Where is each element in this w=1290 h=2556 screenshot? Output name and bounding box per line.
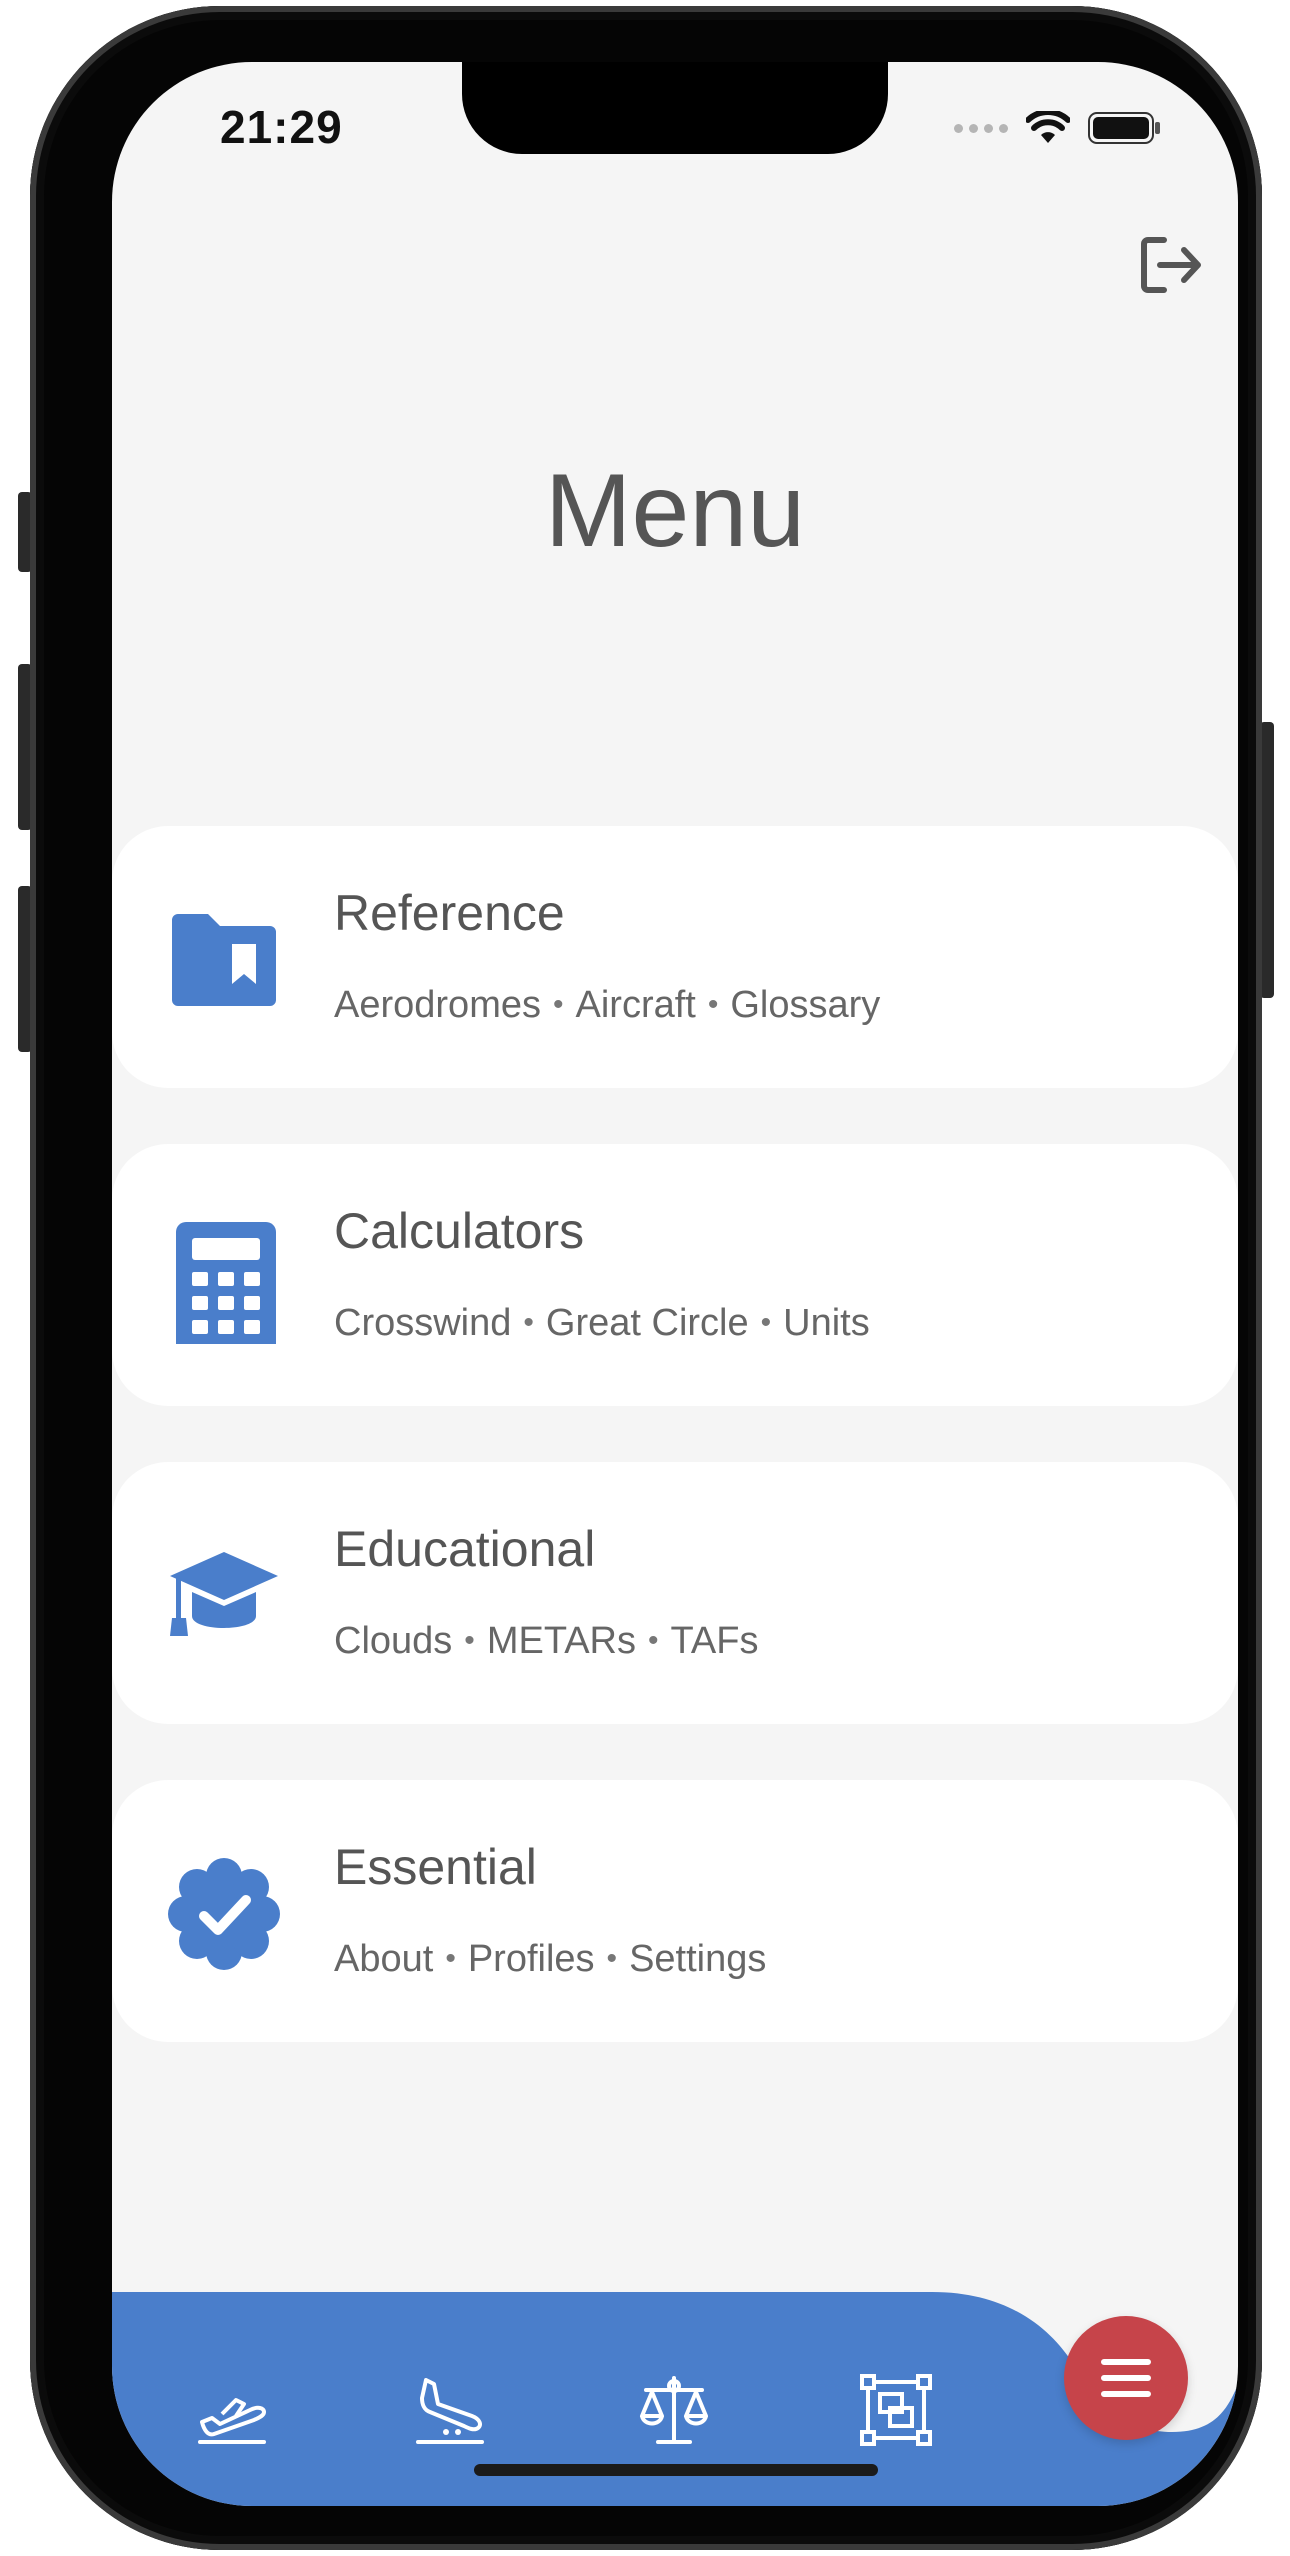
link-great-circle[interactable]: Great Circle (546, 1302, 749, 1344)
card-title: Reference (334, 885, 565, 941)
home-indicator (474, 2464, 878, 2476)
calculator-icon (176, 1222, 276, 1344)
nav-takeoff[interactable] (192, 2370, 272, 2450)
page-title: Menu (544, 453, 806, 569)
nav-weight-balance[interactable] (634, 2370, 714, 2450)
link-profiles[interactable]: Profiles (468, 1938, 595, 1980)
status-icons (954, 110, 1162, 146)
status-time: 21:29 (220, 101, 343, 153)
route-map-icon (860, 2374, 932, 2446)
menu-card-educational[interactable]: Educational Clouds • METARs • TAFs (112, 1462, 1238, 1724)
link-tafs[interactable]: TAFs (671, 1620, 759, 1662)
menu-card-reference[interactable]: Reference Aerodromes • Aircraft • Glossary (112, 826, 1238, 1088)
link-settings[interactable]: Settings (629, 1938, 766, 1980)
card-title: Essential (334, 1839, 537, 1895)
link-aerodromes[interactable]: Aerodromes (334, 984, 541, 1026)
card-title: Educational (334, 1521, 596, 1577)
link-aircraft[interactable]: Aircraft (576, 984, 696, 1026)
card-subtitle: Clouds • METARs • TAFs (334, 1620, 759, 1662)
link-clouds[interactable]: Clouds (334, 1620, 452, 1662)
graduation-cap-icon (170, 1552, 278, 1636)
phone-frame: 21:29 Menu Reference Aerodromes • Aircra… (30, 6, 1262, 2550)
menu-fab-button[interactable] (1064, 2316, 1188, 2440)
folder-bookmark-icon (172, 914, 276, 1006)
notch (462, 62, 888, 154)
logout-button[interactable] (1134, 228, 1208, 302)
link-units[interactable]: Units (783, 1302, 870, 1344)
link-crosswind[interactable]: Crosswind (334, 1302, 511, 1344)
verified-badge-icon (168, 1858, 280, 1970)
card-subtitle: Crosswind • Great Circle • Units (334, 1302, 870, 1344)
card-subtitle: About • Profiles • Settings (334, 1938, 767, 1980)
link-metars[interactable]: METARs (487, 1620, 636, 1662)
menu-card-calculators[interactable]: Calculators Crosswind • Great Circle • Units (112, 1144, 1238, 1406)
scale-icon (640, 2376, 708, 2444)
card-title: Calculators (334, 1203, 585, 1259)
card-subtitle: Aerodromes • Aircraft • Glossary (334, 984, 881, 1026)
power-button (1260, 722, 1274, 998)
landing-icon (416, 2378, 484, 2444)
wifi-icon (1026, 111, 1070, 143)
link-about[interactable]: About (334, 1938, 433, 1980)
menu-card-essential[interactable]: Essential About • Profiles • Settings (112, 1780, 1238, 2042)
menu-icon (1101, 2359, 1151, 2397)
link-glossary[interactable]: Glossary (730, 984, 880, 1026)
takeoff-icon (198, 2398, 266, 2444)
cellular-signal-icon (954, 123, 1008, 133)
logout-icon (1141, 237, 1201, 293)
battery-icon (1088, 112, 1160, 144)
nav-landing[interactable] (410, 2370, 490, 2450)
nav-route[interactable] (856, 2370, 936, 2450)
app-screen: 21:29 Menu Reference Aerodromes • Aircra… (112, 62, 1238, 2506)
